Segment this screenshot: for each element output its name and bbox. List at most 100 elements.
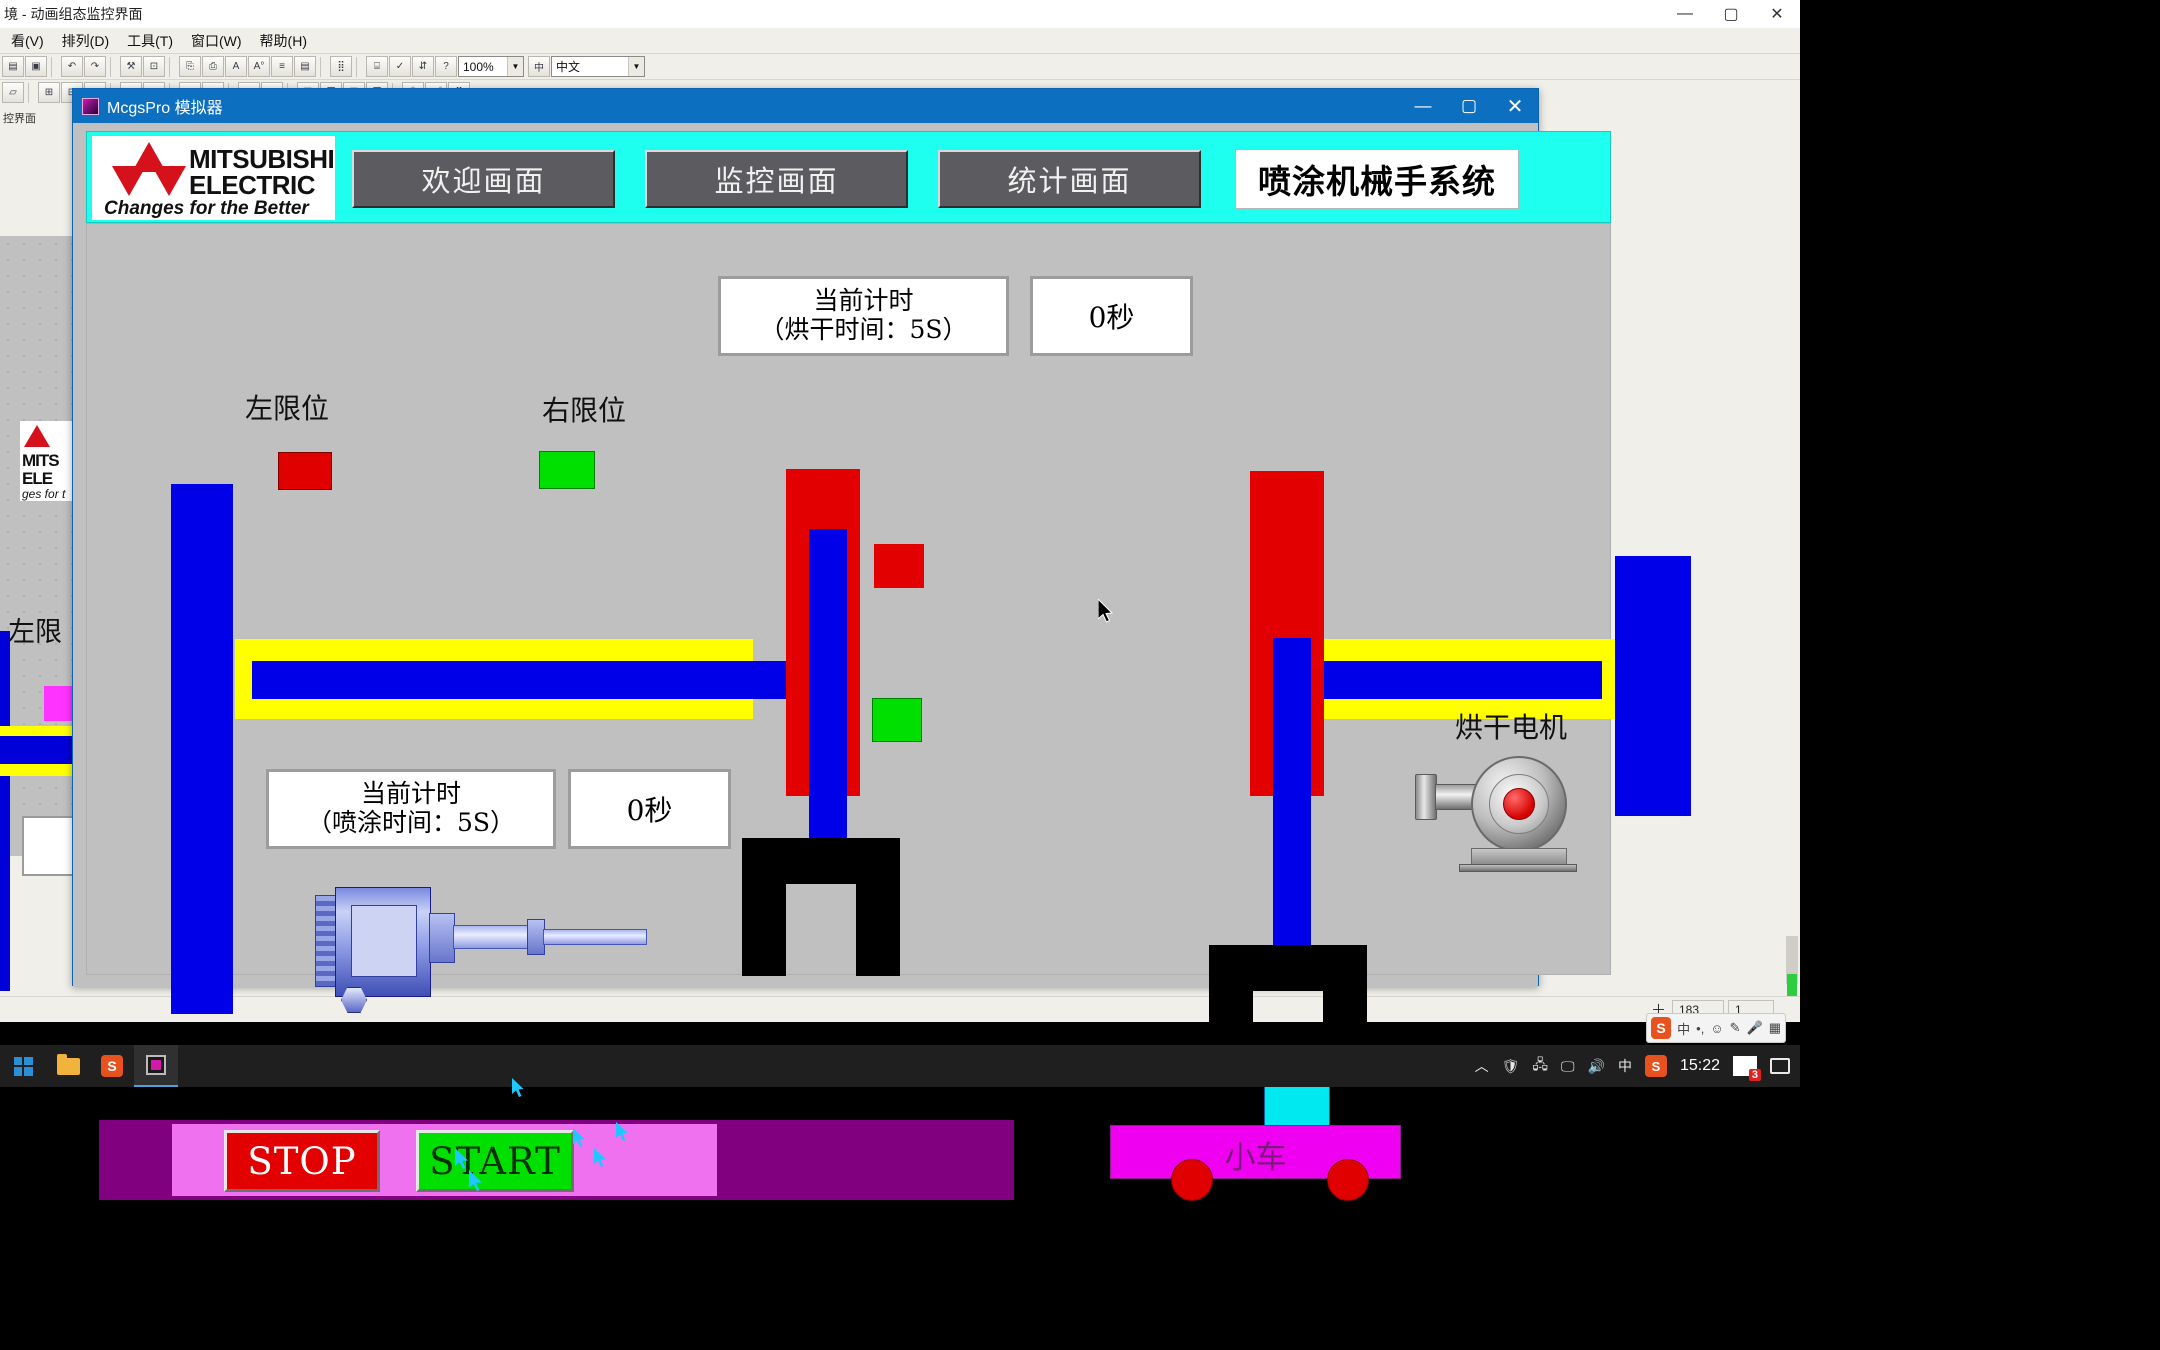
right-limit-indicator	[539, 451, 595, 489]
simulator-minimize-button[interactable]: —	[1400, 89, 1446, 123]
editor-document-tab[interactable]: 控界面	[0, 106, 74, 130]
menu-item-view[interactable]: 看(V)	[2, 29, 53, 53]
select-icon[interactable]: ▱	[2, 82, 24, 103]
tray-display-icon[interactable]: 🖵	[1561, 1058, 1575, 1075]
start-button[interactable]	[0, 1045, 46, 1087]
decorative-cursor-icon	[594, 1148, 610, 1175]
menu-item-arrange[interactable]: 排列(D)	[53, 29, 118, 53]
editor-close-button[interactable]: ✕	[1754, 0, 1800, 28]
right-rail-slider	[1324, 661, 1602, 699]
language-icon[interactable]: 中	[528, 56, 550, 77]
cart-wheel-left	[1171, 1159, 1213, 1201]
start-button[interactable]: START	[416, 1130, 574, 1192]
taskbar-sogou-app[interactable]: S	[90, 1045, 134, 1087]
editor-canvas[interactable]: MITS ELE ges for t 左限	[0, 236, 80, 991]
language-combobox[interactable]: 中文 ▼	[551, 56, 645, 77]
spray-timer-caption-line2: （喷涂时间：5S）	[306, 808, 516, 837]
editor-statusbar: ＋ 183 1	[0, 996, 1800, 1022]
nav-button-statistics[interactable]: 统计画面	[938, 150, 1201, 208]
tray-language-indicator[interactable]: 中	[1618, 1056, 1632, 1076]
spray-cylinder-assembly	[315, 887, 655, 1027]
menu-item-window[interactable]: 窗口(W)	[182, 29, 251, 53]
stop-button[interactable]: STOP	[224, 1130, 380, 1192]
nav-button-statistics-label: 统计画面	[1007, 164, 1132, 198]
run-icon[interactable]: ⚒	[120, 56, 142, 77]
cart-wheel-right	[1327, 1159, 1369, 1201]
editor-minimize-button[interactable]: —	[1662, 0, 1708, 28]
chevron-down-icon[interactable]: ▼	[628, 57, 644, 76]
ime-voice-icon[interactable]: 🎤	[1747, 1020, 1763, 1036]
ime-language-toggle[interactable]: 中	[1677, 1019, 1690, 1038]
editor-maximize-button[interactable]: ▢	[1708, 0, 1754, 28]
spray-timer-caption-line1: 当前计时	[360, 779, 461, 809]
tray-sogou-icon[interactable]: S	[1644, 1055, 1667, 1077]
editor-canvas-left-limit-label: 左限	[8, 617, 62, 647]
hmi-title-box: 喷涂机械手系统	[1235, 149, 1519, 209]
paste-icon[interactable]: ⎙	[202, 56, 224, 77]
align-block-icon[interactable]: ▤	[294, 56, 316, 77]
open-icon[interactable]: ▣	[25, 56, 47, 77]
toolbar-separator	[169, 56, 176, 77]
tray-overflow-icon[interactable]: ︿	[1475, 1056, 1489, 1076]
help-icon[interactable]: ?	[435, 56, 457, 77]
text-style-icon[interactable]: A	[225, 56, 247, 77]
editor-menubar[interactable]: 看(V) 排列(D) 工具(T) 窗口(W) 帮助(H)	[0, 28, 1800, 53]
copy-icon[interactable]: ⎘	[179, 56, 201, 77]
tray-security-icon[interactable]: 🛡	[1502, 1058, 1520, 1075]
notification-center-icon[interactable]	[1770, 1058, 1790, 1074]
motor-label: 烘干电机	[1455, 711, 1568, 744]
system-tray[interactable]: ︿ 🛡 🖧 🖵 🔊 中 S 15:22 3	[1475, 1054, 1800, 1081]
taskbar-mcgs-app[interactable]	[134, 1045, 178, 1087]
grid-icon[interactable]: ⣿	[330, 56, 352, 77]
ime-emoji-icon[interactable]: ☺	[1710, 1021, 1723, 1036]
sort-icon[interactable]: ⇵	[412, 56, 434, 77]
menu-item-help[interactable]: 帮助(H)	[251, 29, 316, 53]
spray-timer-caption: 当前计时 （喷涂时间：5S）	[266, 769, 556, 849]
editor-vertical-scrollbar[interactable]	[1782, 106, 1800, 1022]
decorative-cursor-icon	[512, 1078, 528, 1105]
mitsubishi-mark-icon	[24, 425, 50, 447]
nav-button-monitor[interactable]: 监控画面	[645, 150, 908, 208]
tray-network-icon[interactable]: 🖧	[1532, 1054, 1548, 1078]
align-center-h-icon[interactable]: ⊞	[38, 82, 60, 103]
editor-window-controls[interactable]: — ▢ ✕	[1662, 0, 1800, 28]
hmi-process-canvas: 当前计时 （烘干时间：5S） 0秒 左限位 右限位 当前计时 （喷涂时间：5S）…	[86, 223, 1691, 1201]
new-icon[interactable]: ▤	[2, 56, 24, 77]
simulator-titlebar[interactable]: McgsPro 模拟器 — ▢ ✕	[73, 89, 1538, 123]
taskbar-file-explorer[interactable]	[46, 1045, 90, 1087]
toolbar-separator	[110, 56, 117, 77]
nav-button-welcome[interactable]: 欢迎画面	[352, 150, 615, 208]
sogou-icon[interactable]: S	[1651, 1017, 1672, 1039]
left-rail-slider	[252, 661, 792, 699]
windows-taskbar[interactable]: S ︿ 🛡 🖧 🖵 🔊 中 S 15:22 3	[0, 1045, 1800, 1087]
left-vertical-rail	[171, 484, 233, 1014]
ime-toolbox-icon[interactable]: ▦	[1769, 1020, 1781, 1036]
menu-item-tools[interactable]: 工具(T)	[118, 29, 182, 53]
check-icon[interactable]: ✓	[389, 56, 411, 77]
align-left-icon[interactable]: ≡	[271, 56, 293, 77]
layout-icon[interactable]: ⊡	[143, 56, 165, 77]
redo-icon[interactable]: ↷	[84, 56, 106, 77]
simulator-window-controls[interactable]: — ▢ ✕	[1400, 89, 1538, 123]
ime-floating-bar[interactable]: S 中 •, ☺ ✎ 🎤 ▦	[1646, 1013, 1786, 1043]
drying-motor	[1415, 752, 1585, 880]
editor-toolbar-primary[interactable]: ▤ ▣ ↶ ↷ ⚒ ⊡ ⎘ ⎙ A A° ≡ ▤ ⣿ ⌸ ✓ ⇵ ? 100% …	[0, 53, 1800, 79]
zoom-combobox[interactable]: 100% ▼	[458, 56, 524, 77]
simulator-body: MITSUBISHI ELECTRIC Changes for the Bett…	[73, 123, 1691, 1201]
font-size-icon[interactable]: A°	[248, 56, 270, 77]
simulator-close-button[interactable]: ✕	[1492, 89, 1538, 123]
brand-tagline: Changes for the Better	[104, 198, 309, 219]
simulator-maximize-button[interactable]: ▢	[1446, 89, 1492, 123]
decorative-cursor-icon	[469, 1170, 487, 1199]
editor-canvas-blue-column	[0, 631, 10, 991]
windows-logo-icon	[13, 1056, 33, 1076]
taskbar-clock[interactable]: 15:22	[1680, 1057, 1720, 1075]
ime-punctuation-icon[interactable]: •,	[1696, 1021, 1704, 1036]
chevron-down-icon[interactable]: ▼	[507, 57, 523, 76]
ime-handwriting-icon[interactable]: ✎	[1730, 1020, 1741, 1036]
properties-icon[interactable]: ⌸	[366, 56, 388, 77]
tray-volume-icon[interactable]: 🔊	[1588, 1058, 1605, 1075]
undo-icon[interactable]: ↶	[61, 56, 83, 77]
cylinder-inner	[351, 905, 417, 977]
screen-recorder-icon[interactable]: 3	[1733, 1056, 1761, 1081]
